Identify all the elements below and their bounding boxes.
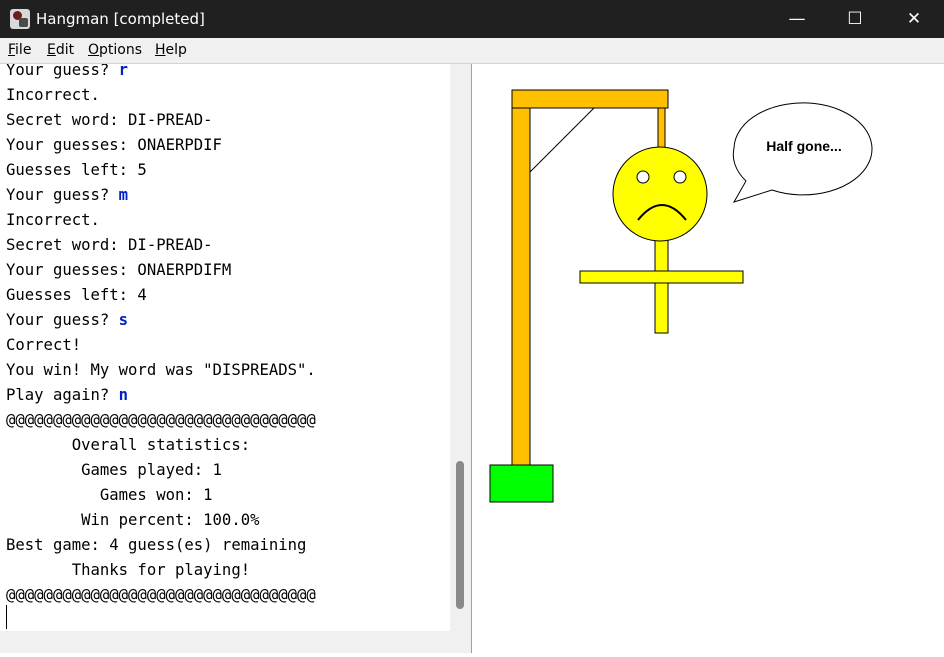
console-line: Correct! bbox=[6, 333, 316, 358]
console-line-text: Correct! bbox=[6, 336, 82, 354]
menu-help[interactable]: Help bbox=[155, 42, 187, 59]
console-line-text: Guesses left: 5 bbox=[6, 161, 147, 179]
close-button[interactable]: ✕ bbox=[884, 0, 944, 38]
title-bar: Hangman [completed] — ☐ ✕ bbox=[0, 0, 944, 38]
console-line-text: Incorrect. bbox=[6, 211, 100, 229]
console-line: You win! My word was "DISPREADS". bbox=[6, 358, 316, 383]
console-line-text: Thanks for playing! bbox=[6, 561, 251, 579]
console-line: Incorrect. bbox=[6, 83, 316, 108]
console-line-text: @@@@@@@@@@@@@@@@@@@@@@@@@@@@@@@@@ bbox=[6, 411, 316, 429]
console-line-text: Play again? bbox=[6, 386, 119, 404]
console-line-text: Games played: 1 bbox=[6, 461, 222, 479]
console-line-text: You win! My word was "DISPREADS". bbox=[6, 361, 316, 379]
console-line: Your guess? r bbox=[6, 64, 316, 83]
console-line-text: Your guess? bbox=[6, 311, 119, 329]
console-line-text: Games won: 1 bbox=[6, 486, 213, 504]
figure-arms bbox=[579, 270, 744, 284]
minimize-icon: — bbox=[788, 9, 806, 29]
hangman-app-icon[interactable] bbox=[10, 9, 30, 29]
speech-text: Half gone... bbox=[766, 138, 842, 154]
console-line: Thanks for playing! bbox=[6, 558, 316, 583]
console-line: Incorrect. bbox=[6, 208, 316, 233]
console-line: Best game: 4 guess(es) remaining bbox=[6, 533, 316, 558]
maximize-button[interactable]: ☐ bbox=[826, 0, 884, 38]
user-input-text: s bbox=[118, 311, 129, 329]
menu-file[interactable]: File bbox=[8, 42, 31, 59]
window-title: Hangman [completed] bbox=[36, 10, 205, 28]
menu-options[interactable]: Options bbox=[88, 42, 142, 59]
console-line: @@@@@@@@@@@@@@@@@@@@@@@@@@@@@@@@@ bbox=[6, 583, 316, 608]
figure-head bbox=[612, 146, 708, 242]
console-line-text: Incorrect. bbox=[6, 86, 100, 104]
console-line: Secret word: DI-PREAD- bbox=[6, 108, 316, 133]
console-line: Your guesses: ONAERPDIFM bbox=[6, 258, 316, 283]
gallows-beam bbox=[511, 89, 669, 109]
user-input-text: r bbox=[118, 64, 129, 79]
gallows-base bbox=[489, 464, 554, 503]
text-cursor bbox=[6, 605, 7, 629]
console-line: @@@@@@@@@@@@@@@@@@@@@@@@@@@@@@@@@ bbox=[6, 408, 316, 433]
console-lines: Your guess? r Incorrect. Secret word: DI-P… bbox=[6, 64, 316, 608]
console-line: Your guess? s bbox=[6, 308, 316, 333]
console-line: Win percent: 100.0% bbox=[6, 508, 316, 533]
minimize-button[interactable]: — bbox=[768, 0, 826, 38]
console-line-text: Secret word: DI-PREAD- bbox=[6, 111, 213, 129]
console-line-text: Overall statistics: bbox=[6, 436, 251, 454]
user-input-text: m bbox=[118, 186, 129, 204]
console-line: Overall statistics: bbox=[6, 433, 316, 458]
gallows-rope bbox=[657, 107, 666, 149]
console-line: Guesses left: 4 bbox=[6, 283, 316, 308]
gallows-brace bbox=[529, 107, 595, 173]
console-output[interactable]: Your guess? r Incorrect. Secret word: DI-P… bbox=[0, 64, 450, 631]
console-line: Play again? n bbox=[6, 383, 316, 408]
scrollbar-thumb[interactable] bbox=[456, 461, 464, 609]
maximize-icon: ☐ bbox=[847, 9, 863, 29]
menu-bar: File Edit Options Help bbox=[0, 38, 944, 64]
gallows-post bbox=[511, 107, 531, 467]
console-line-text: Win percent: 100.0% bbox=[6, 511, 260, 529]
console-line-text: Your guesses: ONAERPDIF bbox=[6, 136, 222, 154]
console-line: Secret word: DI-PREAD- bbox=[6, 233, 316, 258]
figure-body bbox=[654, 239, 669, 334]
left-eye-icon bbox=[636, 170, 650, 184]
console-footer bbox=[0, 631, 472, 653]
console-line-text: Your guess? bbox=[6, 64, 119, 79]
hangman-canvas: Half gone... bbox=[472, 64, 944, 653]
console-line: Games played: 1 bbox=[6, 458, 316, 483]
console-line: Guesses left: 5 bbox=[6, 158, 316, 183]
console-line-text: Best game: 4 guess(es) remaining bbox=[6, 536, 307, 554]
console-line-text: Your guesses: ONAERPDIFM bbox=[6, 261, 232, 279]
console-line-text: Your guess? bbox=[6, 186, 119, 204]
console-line: Games won: 1 bbox=[6, 483, 316, 508]
console-line: Your guess? m bbox=[6, 183, 316, 208]
close-icon: ✕ bbox=[906, 9, 922, 29]
console-line: Your guesses: ONAERPDIF bbox=[6, 133, 316, 158]
menu-edit[interactable]: Edit bbox=[47, 42, 74, 59]
console-line-text: @@@@@@@@@@@@@@@@@@@@@@@@@@@@@@@@@ bbox=[6, 586, 316, 604]
console-line-text: Secret word: DI-PREAD- bbox=[6, 236, 213, 254]
console-line-text: Guesses left: 4 bbox=[6, 286, 147, 304]
user-input-text: n bbox=[118, 386, 129, 404]
right-eye-icon bbox=[673, 170, 687, 184]
